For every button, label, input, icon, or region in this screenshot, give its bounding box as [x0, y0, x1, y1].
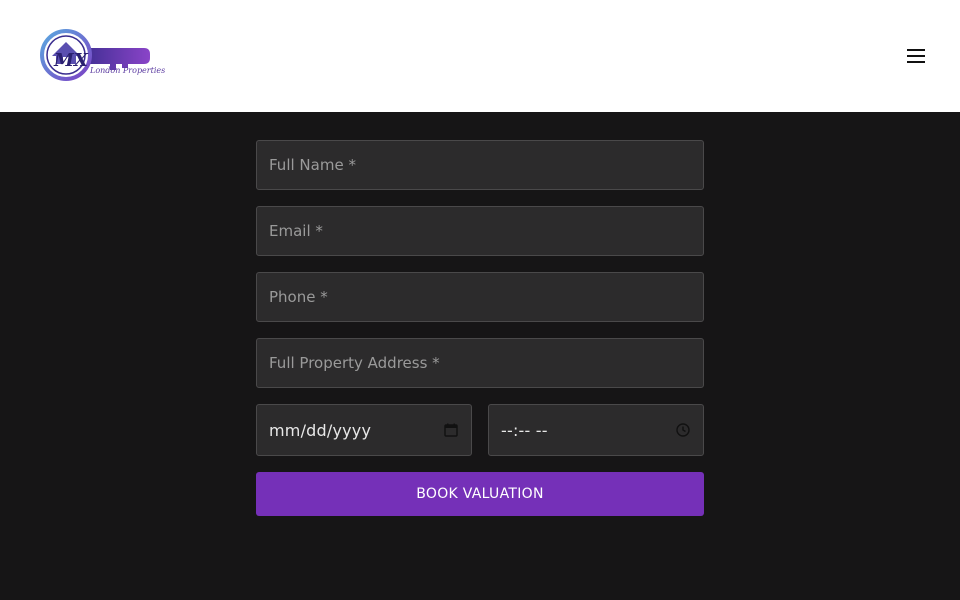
hamburger-menu-icon[interactable]	[900, 42, 932, 70]
email-placeholder: Email *	[269, 222, 323, 240]
date-value: mm/dd/yyyy	[269, 420, 372, 440]
time-input[interactable]: --:-- --	[488, 404, 704, 456]
clock-icon[interactable]	[675, 422, 691, 438]
full-name-placeholder: Full Name *	[269, 156, 356, 174]
email-input[interactable]: Email *	[256, 206, 704, 256]
date-time-row: mm/dd/yyyy --:-- --	[256, 404, 704, 456]
property-address-input[interactable]: Full Property Address *	[256, 338, 704, 388]
phone-input[interactable]: Phone *	[256, 272, 704, 322]
valuation-section: Full Name * Email * Phone * Full Propert…	[0, 112, 960, 600]
calendar-icon[interactable]	[443, 422, 459, 438]
book-valuation-label: BOOK VALUATION	[416, 486, 544, 502]
date-input[interactable]: mm/dd/yyyy	[256, 404, 472, 456]
mx-london-properties-logo[interactable]: MX London Properties	[32, 14, 165, 94]
time-value: --:-- --	[501, 420, 548, 440]
phone-placeholder: Phone *	[269, 288, 328, 306]
site-header: MX London Properties	[0, 0, 960, 112]
logo-graphic	[40, 29, 150, 81]
logo-text-main: MX	[54, 50, 88, 71]
book-valuation-button[interactable]: BOOK VALUATION	[256, 472, 704, 516]
logo-text-script: London Properties	[90, 66, 166, 75]
full-name-input[interactable]: Full Name *	[256, 140, 704, 190]
valuation-form: Full Name * Email * Phone * Full Propert…	[256, 140, 704, 516]
property-address-placeholder: Full Property Address *	[269, 354, 440, 372]
